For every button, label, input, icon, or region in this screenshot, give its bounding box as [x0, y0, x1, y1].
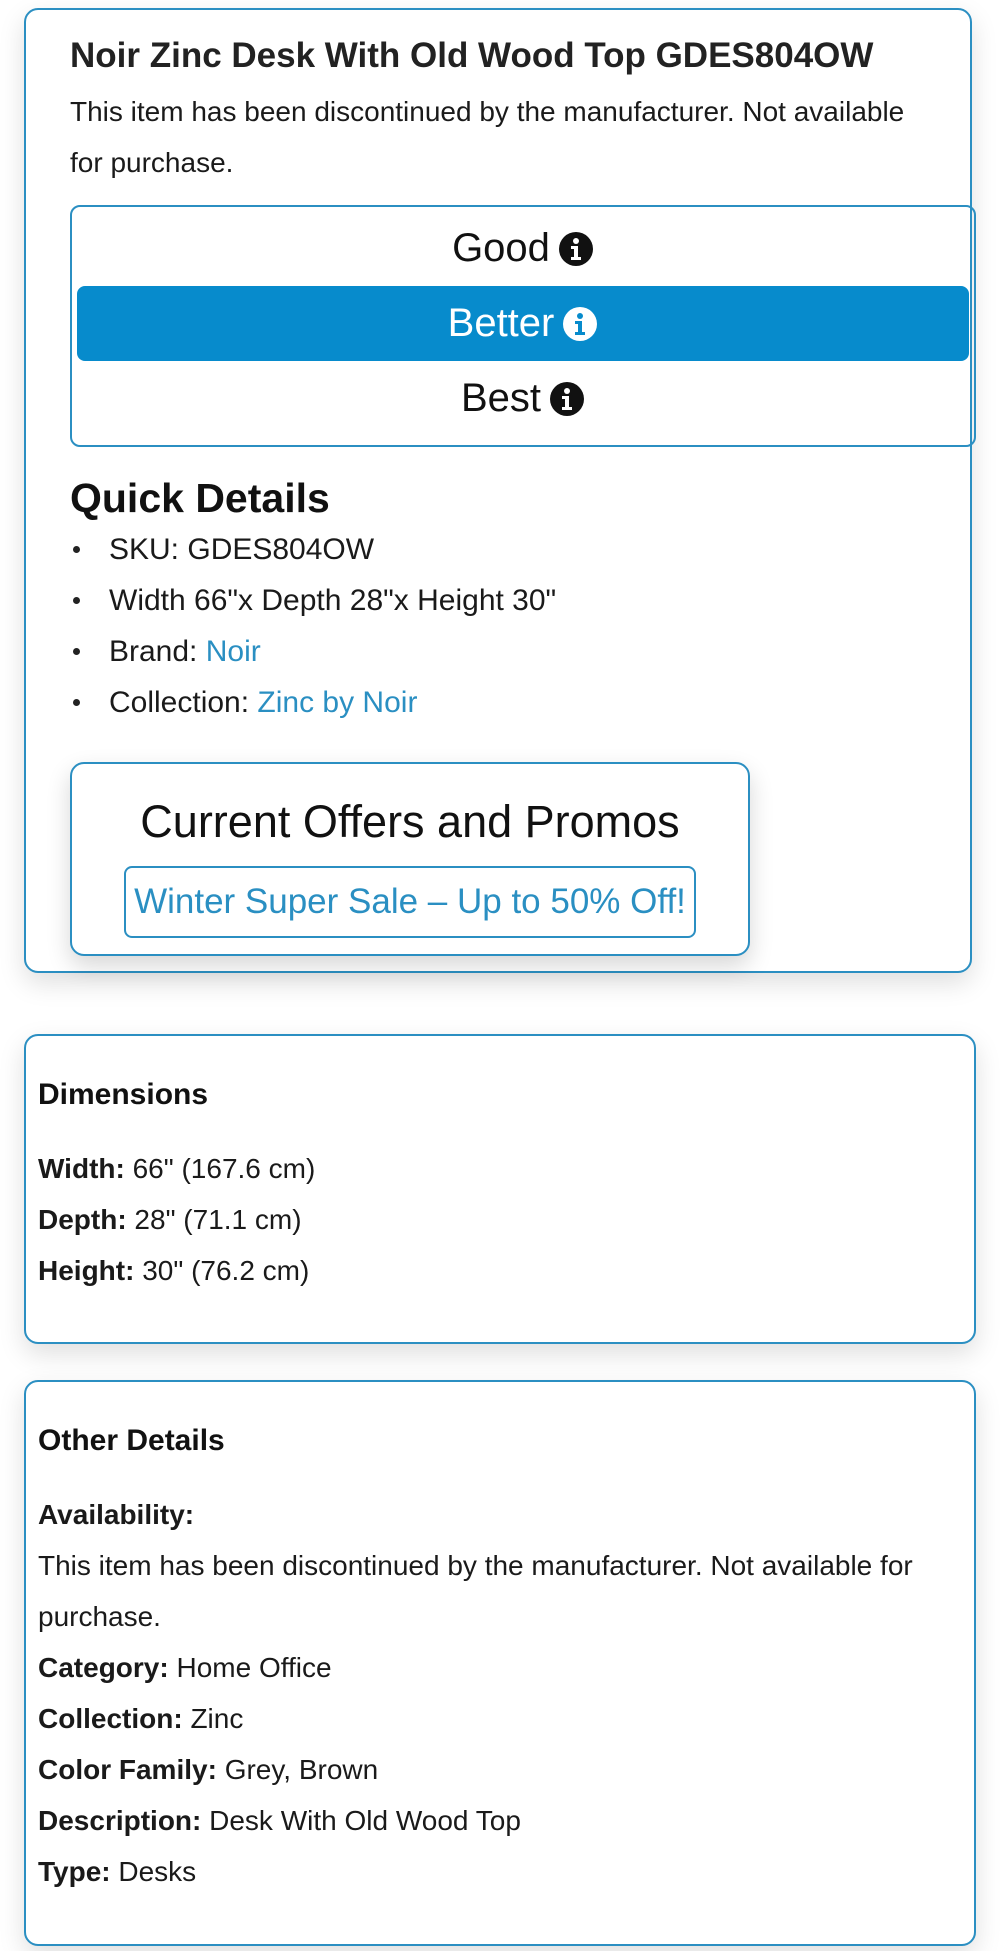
detail-label: Availability:	[38, 1499, 195, 1530]
detail-label: Collection:	[38, 1703, 183, 1734]
detail-color-family: Color Family: Grey, Brown	[38, 1744, 962, 1795]
availability-value: This item has been discontinued by the m…	[38, 1550, 913, 1632]
offers-title: Current Offers and Promos	[140, 796, 680, 847]
product-card: Noir Zinc Desk With Old Wood Top GDES804…	[24, 8, 976, 973]
tier-best[interactable]: Best	[77, 361, 969, 436]
dimension-depth: Depth: 28" (71.1 cm)	[38, 1194, 962, 1245]
detail-label: Color Family:	[38, 1754, 217, 1785]
brand-label: Brand:	[109, 635, 206, 668]
detail-value: Grey, Brown	[216, 1754, 379, 1785]
list-item-size: Width 66"x Depth 28"x Height 30"	[70, 575, 556, 626]
tier-good[interactable]: Good	[77, 211, 969, 286]
dimensions-heading: Dimensions	[38, 1078, 209, 1111]
detail-type: Type: Desks	[38, 1846, 962, 1897]
detail-label: Description:	[38, 1805, 202, 1836]
detail-value: Zinc	[182, 1703, 244, 1734]
other-details-heading: Other Details	[38, 1424, 225, 1457]
list-item-collection: Collection: Zinc by Noir	[70, 677, 556, 728]
dimensions-card: Dimensions Width: 66" (167.6 cm) Depth: …	[24, 1034, 976, 1344]
tier-label: Better	[447, 301, 555, 345]
other-details-card: Other Details Availability: This item ha…	[24, 1380, 976, 1946]
product-title: Noir Zinc Desk With Old Wood Top GDES804…	[70, 36, 874, 75]
detail-category: Category: Home Office	[38, 1642, 962, 1693]
detail-label: Height:	[38, 1255, 135, 1286]
tier-better[interactable]: Better	[77, 286, 969, 361]
list-item-sku: SKU: GDES804OW	[70, 524, 556, 575]
detail-value: 28" (71.1 cm)	[126, 1204, 302, 1235]
availability-label: Availability:	[38, 1489, 962, 1540]
detail-collection: Collection: Zinc	[38, 1693, 962, 1744]
dimension-width: Width: 66" (167.6 cm)	[38, 1143, 962, 1194]
offers-box: Current Offers and Promos Winter Super S…	[70, 762, 750, 956]
detail-value: Home Office	[168, 1652, 332, 1683]
tier-label: Best	[460, 376, 542, 420]
detail-value: 66" (167.6 cm)	[124, 1153, 316, 1184]
tier-selector: Good Better Best	[70, 205, 976, 447]
list-item-brand: Brand: Noir	[70, 626, 556, 677]
quick-details-list: SKU: GDES804OW Width 66"x Depth 28"x Hei…	[70, 524, 556, 728]
detail-value: Desks	[110, 1856, 197, 1887]
detail-label: Type:	[38, 1856, 111, 1887]
collection-link[interactable]: Zinc by Noir	[257, 686, 417, 719]
info-circle-icon[interactable]	[558, 231, 594, 267]
collection-label: Collection:	[109, 686, 258, 719]
brand-link[interactable]: Noir	[206, 635, 261, 668]
promo-button[interactable]: Winter Super Sale – Up to 50% Off!	[124, 866, 696, 938]
discontinued-notice: This item has been discontinued by the m…	[70, 96, 905, 178]
detail-label: Category:	[38, 1652, 169, 1683]
info-circle-icon[interactable]	[549, 381, 585, 417]
detail-value: 30" (76.2 cm)	[134, 1255, 310, 1286]
dimension-height: Height: 30" (76.2 cm)	[38, 1245, 962, 1296]
detail-label: Width:	[38, 1153, 125, 1184]
detail-value: Desk With Old Wood Top	[201, 1805, 521, 1836]
info-circle-icon[interactable]	[562, 306, 598, 342]
detail-description: Description: Desk With Old Wood Top	[38, 1795, 962, 1846]
tier-label: Good	[452, 226, 550, 270]
quick-details-heading: Quick Details	[70, 475, 330, 521]
detail-label: Depth:	[38, 1204, 127, 1235]
